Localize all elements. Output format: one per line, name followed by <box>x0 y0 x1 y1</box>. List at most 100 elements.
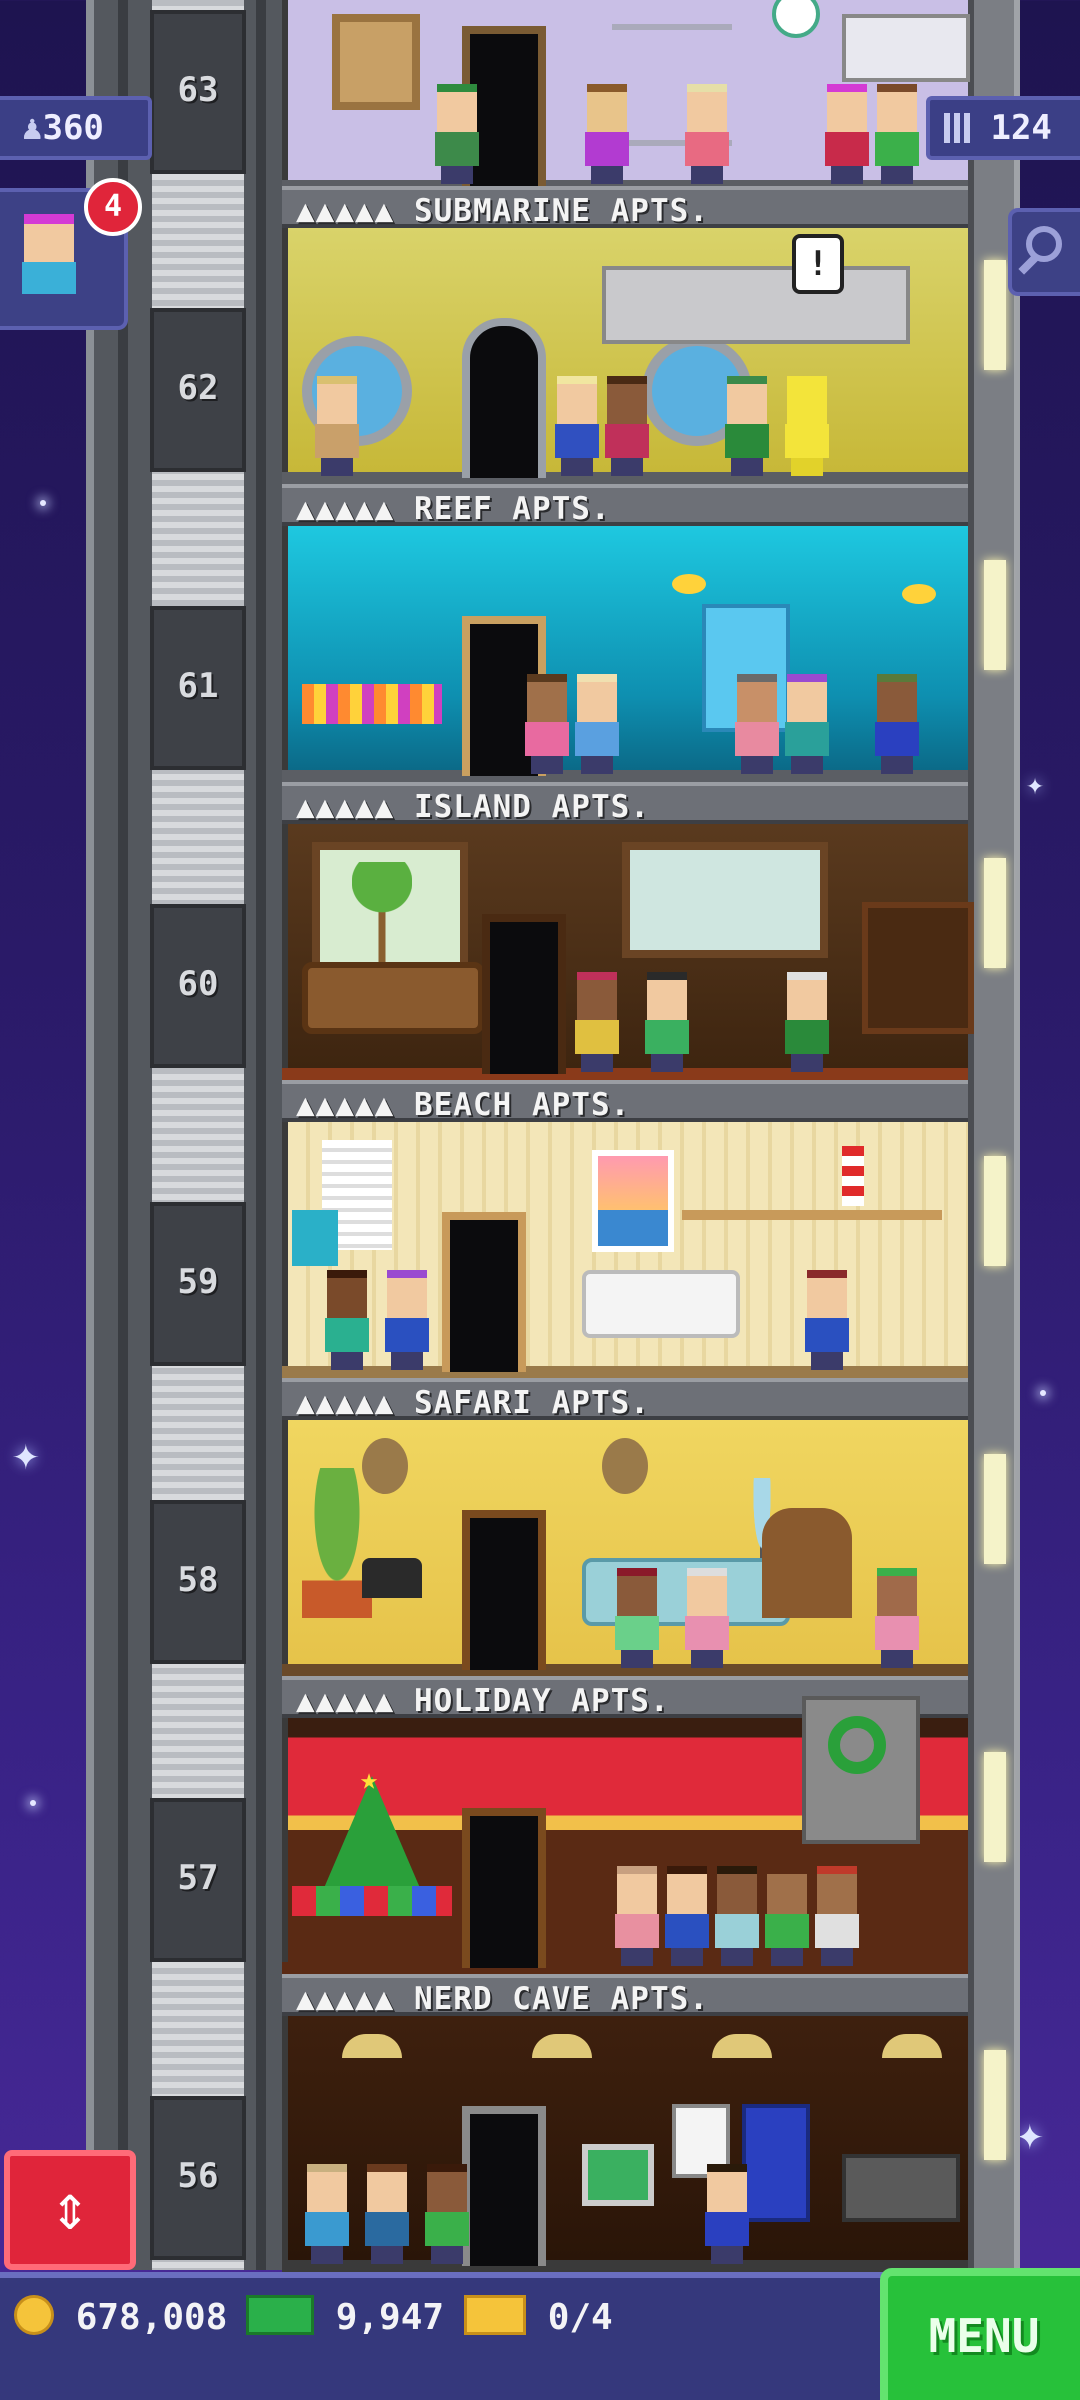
visitor-avatar <box>20 214 78 304</box>
coral <box>302 684 442 724</box>
floor-56-nerd-cave-apts[interactable]: ▲▲▲▲▲ NERD CAVE APTS. <box>282 1974 968 2272</box>
deer <box>762 1508 852 1618</box>
tickets-value: 0/4 <box>547 2297 613 2338</box>
elevator-button[interactable]: ⇕ <box>4 2150 136 2270</box>
resident[interactable] <box>702 2164 752 2264</box>
resident[interactable] <box>432 84 482 184</box>
resident[interactable] <box>302 2164 352 2264</box>
resident[interactable] <box>422 2164 472 2264</box>
crt-monitor <box>582 2144 654 2206</box>
resident[interactable] <box>612 1866 662 1966</box>
wall-light <box>984 260 1006 370</box>
fish <box>672 574 706 594</box>
resident[interactable] <box>552 376 602 476</box>
resident[interactable] <box>812 1866 862 1966</box>
presents <box>292 1886 452 1916</box>
door[interactable] <box>462 2106 546 2266</box>
floor-58-safari-apts[interactable]: ▲▲▲▲▲ SAFARI APTS. <box>282 1378 968 1676</box>
resident[interactable] <box>712 1866 762 1966</box>
building-icon <box>944 113 970 143</box>
tribal-mask <box>602 1438 648 1494</box>
wall-light <box>984 1156 1006 1266</box>
sparkle-star: ✦ <box>1026 767 1045 802</box>
resident[interactable] <box>872 1568 922 1668</box>
resident[interactable] <box>802 1270 852 1370</box>
resident[interactable] <box>782 972 832 1072</box>
floor-number: 57 <box>177 1858 219 1898</box>
floor-number: 61 <box>177 666 219 706</box>
resident-alert[interactable] <box>782 376 832 476</box>
star <box>30 1800 36 1806</box>
tickets-display[interactable]: 0/4 <box>464 2290 613 2346</box>
coins-display[interactable]: 678,008 <box>14 2290 227 2346</box>
resident[interactable] <box>312 376 362 476</box>
door[interactable] <box>442 1212 526 1372</box>
population-counter[interactable]: ♟360 <box>0 96 152 160</box>
resident[interactable] <box>582 84 632 184</box>
resident[interactable] <box>872 674 922 774</box>
menu-button[interactable]: MENU <box>880 2268 1080 2400</box>
population-value: 360 <box>42 108 104 148</box>
resident[interactable] <box>522 674 572 774</box>
resident[interactable] <box>662 1866 712 1966</box>
door[interactable] <box>462 318 546 478</box>
floor-57-holiday-apts[interactable]: ▲▲▲▲▲ HOLIDAY APTS. ★ <box>282 1676 968 1974</box>
floor-number: 63 <box>177 70 219 110</box>
resident[interactable] <box>322 1270 372 1370</box>
floor-name: ▲▲▲▲▲ NERD CAVE APTS. <box>296 1981 709 2017</box>
resident[interactable] <box>682 1568 732 1668</box>
star <box>1040 1390 1046 1396</box>
resident[interactable] <box>682 84 732 184</box>
wall-light <box>984 1752 1006 1862</box>
door[interactable] <box>462 1510 546 1670</box>
floor-name: ▲▲▲▲▲ ISLAND APTS. <box>296 789 650 825</box>
floor-59-beach-apts[interactable]: ▲▲▲▲▲ BEACH APTS. <box>282 1080 968 1378</box>
floor-62-submarine-apts[interactable]: ▲▲▲▲▲ SUBMARINE APTS. ! <box>282 186 968 484</box>
exclamation-icon[interactable]: ! <box>792 234 844 294</box>
resident[interactable] <box>572 972 622 1072</box>
palm-tree <box>352 862 412 962</box>
search-button[interactable] <box>1008 208 1080 296</box>
bux-display[interactable]: 9,947 <box>246 2290 444 2346</box>
resident[interactable] <box>612 1568 662 1668</box>
floors-counter[interactable]: 124 <box>926 96 1080 160</box>
resident[interactable] <box>782 674 832 774</box>
resident[interactable] <box>382 1270 432 1370</box>
resident[interactable] <box>732 674 782 774</box>
floor-name: ▲▲▲▲▲ REEF APTS. <box>296 491 611 527</box>
wall-light <box>984 560 1006 670</box>
floor-number: 59 <box>177 1262 219 1302</box>
door[interactable] <box>482 914 566 1074</box>
lighthouse <box>842 1146 864 1206</box>
rotary-phone <box>362 1558 422 1598</box>
floor-60-island-apts[interactable]: ▲▲▲▲▲ ISLAND APTS. <box>282 782 974 1080</box>
lamp <box>292 1210 338 1266</box>
ticket-icon <box>464 2295 526 2335</box>
floor-63-kitchen[interactable] <box>282 0 970 192</box>
resident[interactable] <box>362 2164 412 2264</box>
resident[interactable] <box>602 376 652 476</box>
resident[interactable] <box>572 674 622 774</box>
floor-61-reef-apts[interactable]: ▲▲▲▲▲ REEF APTS. <box>282 484 968 782</box>
floor-name: ▲▲▲▲▲ SUBMARINE APTS. <box>296 193 709 229</box>
door[interactable] <box>462 1808 546 1968</box>
computer-desk <box>842 2154 960 2222</box>
resident[interactable] <box>822 84 872 184</box>
resident[interactable] <box>762 1866 812 1966</box>
sunset-painting <box>592 1150 674 1252</box>
fish <box>902 584 936 604</box>
tribal-mask <box>362 1438 408 1494</box>
white-sofa <box>582 1270 740 1338</box>
resident[interactable] <box>722 376 772 476</box>
room-interior <box>282 526 968 770</box>
wall-light <box>984 1454 1006 1564</box>
wall-light <box>984 2050 1006 2160</box>
resident[interactable] <box>642 972 692 1072</box>
wall-shelf <box>682 1210 942 1220</box>
floor-name: ▲▲▲▲▲ HOLIDAY APTS. <box>296 1683 670 1719</box>
resident[interactable] <box>872 84 922 184</box>
framed-picture <box>332 14 420 110</box>
control-panel <box>602 266 910 344</box>
arcade-machine <box>742 2104 810 2222</box>
floors-value: 124 <box>990 108 1052 148</box>
